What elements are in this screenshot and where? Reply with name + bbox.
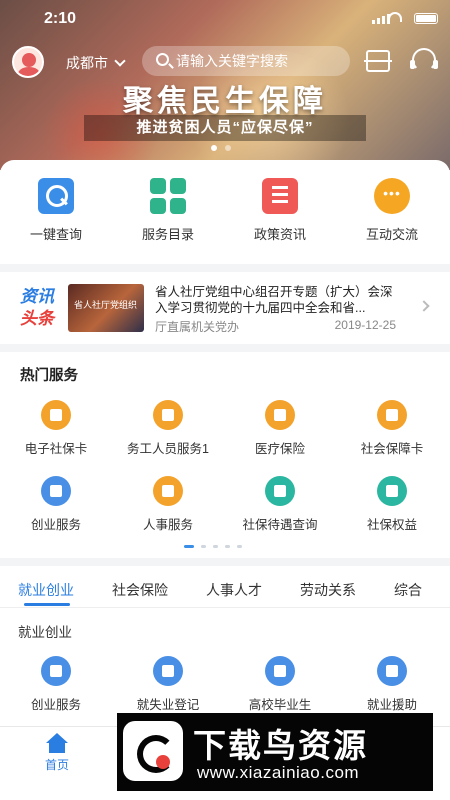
category-card: 就业创业 社会保险 人事人才 劳动关系 综合 就业创业 创业服务 就失业登记 高… [0, 566, 450, 726]
battery-icon [414, 13, 438, 24]
person-icon [153, 476, 183, 506]
service-personnel[interactable]: 人事服务 [112, 476, 224, 533]
news-headline: 省人社厅党组中心组召开专题（扩大）会深入学习贯彻党的十九届四中全会和省... [155, 285, 393, 315]
quick-action-chat[interactable]: 互动交流 [336, 178, 448, 243]
news-meta: 厅直属机关党办 2019-12-25 [155, 318, 396, 335]
status-bar: 2:10 [0, 0, 450, 36]
service-entrepreneurship[interactable]: 创业服务 [0, 476, 112, 533]
category-section-title: 就业创业 [18, 625, 72, 640]
home-icon [44, 733, 70, 753]
search-icon [38, 178, 74, 214]
service-social-security-card[interactable]: 社会保障卡 [336, 400, 448, 457]
tab-general[interactable]: 综合 [394, 580, 422, 600]
shield-icon [377, 476, 407, 506]
hot-services-card: 热门服务 电子社保卡 务工人员服务1 医疗保险 社会保障卡 创业服务 人事服务 … [0, 352, 450, 558]
service-social-rights[interactable]: 社保权益 [336, 476, 448, 533]
banner-pagination [211, 145, 231, 151]
banner-dot [225, 145, 231, 151]
tab-personnel-talent[interactable]: 人事人才 [206, 580, 262, 600]
search-input[interactable]: 请输入关键字搜索 [142, 46, 350, 76]
tab-employment[interactable]: 就业创业 [18, 580, 74, 600]
news-thumbnail: 省人社厅党组织 [68, 284, 144, 332]
status-time: 2:10 [44, 10, 77, 27]
tab-home[interactable]: 首页 [32, 733, 82, 773]
tab-social-insurance[interactable]: 社会保险 [112, 580, 168, 600]
graduation-cap-icon [265, 656, 295, 686]
worker-icon [153, 400, 183, 430]
scan-icon[interactable] [364, 50, 392, 72]
id-card-icon [41, 400, 71, 430]
quick-action-query[interactable]: 一键查询 [0, 178, 112, 243]
category-item[interactable]: 就业援助 [336, 656, 448, 713]
avatar[interactable] [12, 46, 44, 78]
category-item[interactable]: 创业服务 [0, 656, 112, 713]
watermark-url: www.xiazainiao.com [197, 763, 360, 782]
quick-action-label: 服务目录 [141, 227, 194, 242]
search-placeholder: 请输入关键字搜索 [176, 53, 288, 69]
watermark-logo-icon [123, 721, 183, 781]
chevron-right-icon [418, 300, 430, 312]
category-item[interactable]: 高校毕业生 [224, 656, 336, 713]
tab-home-label: 首页 [44, 758, 69, 772]
section-title: 热门服务 [20, 368, 78, 384]
help-form-icon [377, 656, 407, 686]
news-badge: 资讯 头条 [20, 287, 54, 328]
chevron-down-icon [114, 55, 126, 67]
wifi-icon [388, 12, 402, 22]
watermark-title: 下载鸟资源 [193, 727, 368, 764]
customer-service-icon[interactable] [410, 48, 438, 72]
service-e-social-card[interactable]: 电子社保卡 [0, 400, 112, 457]
news-date: 2019-12-25 [334, 318, 396, 332]
quick-action-label: 互动交流 [365, 227, 418, 242]
header-bar: 成都市 请输入关键字搜索 [0, 42, 450, 78]
quick-action-catalog[interactable]: 服务目录 [112, 178, 224, 243]
news-headline-card[interactable]: 资讯 头条 省人社厅党组织 省人社厅党组中心组召开专题（扩大）会深入学习贯彻党的… [0, 272, 450, 344]
quick-action-label: 政策资讯 [253, 227, 306, 242]
search-icon [156, 53, 169, 66]
service-benefit-query[interactable]: 社保待遇查询 [224, 476, 336, 533]
news-source: 厅直属机关党办 [155, 320, 240, 334]
category-tabs: 就业创业 社会保险 人事人才 劳动关系 综合 [0, 566, 450, 608]
banner-subtitle: 推进贫困人员“应保尽保” [84, 115, 366, 141]
tab-indicator [24, 603, 70, 606]
money-bag-icon [41, 476, 71, 506]
document-icon [262, 178, 298, 214]
quick-action-policy[interactable]: 政策资讯 [224, 178, 336, 243]
service-medical-insurance[interactable]: 医疗保险 [224, 400, 336, 457]
benefit-search-icon [265, 476, 295, 506]
quick-action-label: 一键查询 [29, 227, 82, 242]
briefcase-icon [153, 656, 183, 686]
tab-labor-relations[interactable]: 劳动关系 [300, 580, 356, 600]
city-selector[interactable]: 成都市 [66, 53, 126, 73]
money-bag-icon [41, 656, 71, 686]
city-label: 成都市 [66, 55, 108, 71]
service-worker[interactable]: 务工人员服务1 [112, 400, 224, 457]
banner-title: 聚焦民生保障 [123, 84, 327, 119]
banner-dot-active [211, 145, 217, 151]
quick-actions-card: 一键查询 服务目录 政策资讯 互动交流 [0, 160, 450, 264]
chat-icon [374, 178, 410, 214]
services-pagination [184, 545, 242, 548]
medical-kit-icon [265, 400, 295, 430]
grid-icon [150, 178, 186, 214]
category-item[interactable]: 就失业登记 [112, 656, 224, 713]
card-icon [377, 400, 407, 430]
watermark: 下载鸟资源 www.xiazainiao.com [117, 713, 433, 791]
